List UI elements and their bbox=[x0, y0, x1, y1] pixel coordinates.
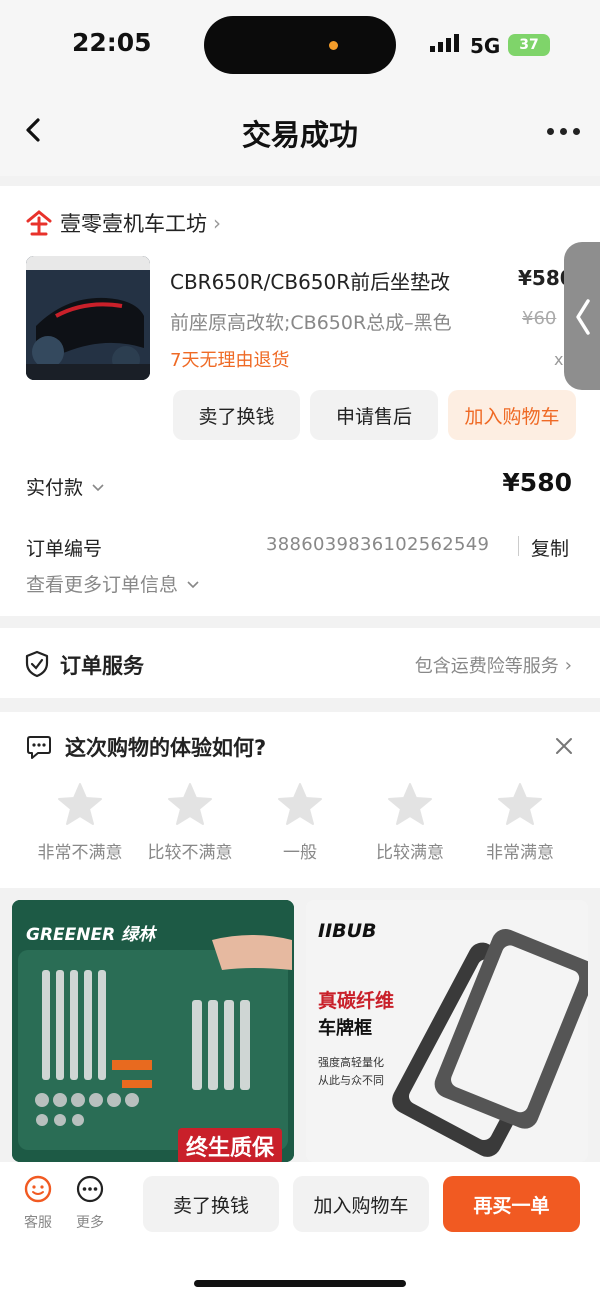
status-bar: 22:05 5G 37 bbox=[0, 0, 600, 92]
more-label: 更多 bbox=[76, 1215, 104, 1231]
customer-service-label: 客服 bbox=[24, 1215, 52, 1231]
page-title: 交易成功 bbox=[241, 118, 358, 152]
return-policy: 7天无理由退货 bbox=[170, 350, 290, 371]
shop-link[interactable]: 壹零壹机车工坊 › bbox=[26, 208, 221, 238]
rec-right-headline: 真碳纤维 bbox=[318, 990, 395, 1012]
star-icon bbox=[388, 783, 432, 825]
enterprise-icon bbox=[26, 210, 52, 236]
more-icon bbox=[76, 1175, 104, 1203]
status-time: 22:05 bbox=[72, 28, 152, 57]
rating-label: 非常不满意 bbox=[37, 843, 123, 863]
order-card: 壹零壹机车工坊 › CBR650R/CB650R前后坐垫改 前座原高改软;CB6… bbox=[0, 186, 600, 616]
rebuy-button[interactable]: 再买一单 bbox=[443, 1176, 580, 1232]
battery-icon: 37 bbox=[508, 34, 550, 56]
rec-right-desc2: 从此与众不同 bbox=[318, 1074, 384, 1087]
paid-amount-toggle[interactable]: 实付款 bbox=[26, 473, 105, 500]
star-icon bbox=[58, 783, 102, 825]
more-order-info-label: 查看更多订单信息 bbox=[26, 574, 179, 596]
rec-right-subhead: 车牌框 bbox=[318, 1018, 372, 1039]
rec-left-slogan: 终生质保 bbox=[177, 1128, 282, 1162]
order-service-card[interactable]: 订单服务 包含运费险等服务 › bbox=[0, 628, 600, 698]
chevron-right-icon: › bbox=[213, 211, 221, 235]
rec-right-brand: IIBUB bbox=[318, 920, 377, 942]
paid-label: 实付款 bbox=[26, 477, 84, 499]
recommend-item-tool-kit[interactable]: GREENER 绿林 终生质保 bbox=[12, 900, 294, 1162]
chevron-right-icon: › bbox=[564, 654, 572, 676]
close-icon[interactable] bbox=[554, 736, 574, 756]
add-cart-button[interactable]: 加入购物车 bbox=[448, 390, 576, 440]
recommend-item-plate-frame[interactable]: IIBUB 真碳纤维 车牌框 强度高轻量化 从此与众不同 bbox=[306, 900, 588, 1162]
side-drawer-handle[interactable] bbox=[564, 242, 600, 390]
rating-label: 比较满意 bbox=[376, 843, 444, 863]
order-detail-page: 22:05 5G 37 交易成功 壹零壹机车工坊 › CBR650R/CB650… bbox=[0, 0, 600, 1301]
star-icon bbox=[168, 783, 212, 825]
customer-service-button[interactable]: 客服 bbox=[18, 1174, 58, 1232]
sell-button[interactable]: 卖了换钱 bbox=[173, 390, 300, 440]
rating-label: 比较不满意 bbox=[147, 843, 233, 863]
rating-option[interactable]: 非常不满意 bbox=[25, 782, 135, 863]
chat-bubble-icon bbox=[27, 736, 51, 759]
product-image[interactable] bbox=[26, 256, 150, 380]
product-quantity: x bbox=[554, 350, 564, 369]
rating-label: 一般 bbox=[283, 843, 317, 863]
more-icon[interactable] bbox=[547, 128, 580, 135]
divider bbox=[518, 536, 519, 556]
product-name[interactable]: CBR650R/CB650R前后坐垫改 bbox=[170, 266, 450, 295]
chevron-down-icon bbox=[187, 580, 199, 588]
service-title: 订单服务 bbox=[60, 654, 144, 678]
paid-amount: ¥580 bbox=[502, 468, 572, 497]
rec-right-desc: 强度高轻量化 bbox=[318, 1056, 384, 1069]
rating-label: 非常满意 bbox=[486, 843, 554, 863]
dynamic-island bbox=[204, 16, 396, 74]
rating-option[interactable]: 非常满意 bbox=[465, 782, 575, 863]
copy-button[interactable]: 复制 bbox=[531, 534, 569, 561]
star-icon bbox=[498, 783, 542, 825]
original-price: ¥60 bbox=[522, 308, 557, 329]
motorcycle-seat-image bbox=[26, 256, 150, 380]
bottom-action-bar: 客服 更多 卖了换钱 加入购物车 再买一单 bbox=[0, 1162, 600, 1301]
nav-bar: 交易成功 bbox=[0, 92, 600, 176]
home-indicator[interactable] bbox=[194, 1280, 406, 1287]
service-detail-label: 包含运费险等服务 bbox=[414, 656, 559, 677]
more-button[interactable]: 更多 bbox=[70, 1174, 110, 1232]
chevron-down-icon bbox=[92, 483, 104, 491]
rec-left-brand: GREENER 绿林 bbox=[26, 925, 156, 945]
feedback-card: 这次购物的体验如何? 非常不满意 比较不满意 一般 比较满意 非常满意 bbox=[0, 712, 600, 888]
after-sale-button[interactable]: 申请售后 bbox=[310, 390, 438, 440]
product-spec: 前座原高改软;CB650R总成–黑色 bbox=[170, 312, 452, 334]
order-number-label: 订单编号 bbox=[26, 538, 103, 560]
rating-row: 非常不满意 比较不满意 一般 比较满意 非常满意 bbox=[0, 782, 600, 882]
rating-option[interactable]: 比较满意 bbox=[355, 782, 465, 863]
sell-button[interactable]: 卖了换钱 bbox=[143, 1176, 279, 1232]
shop-name: 壹零壹机车工坊 bbox=[60, 212, 207, 236]
service-detail-link[interactable]: 包含运费险等服务 › bbox=[415, 652, 572, 678]
more-order-info[interactable]: 查看更多订单信息 bbox=[26, 570, 200, 597]
chevron-left-icon bbox=[576, 299, 590, 335]
signal-icon bbox=[430, 34, 459, 52]
order-number: 3886039836102562549 bbox=[266, 534, 490, 555]
shield-check-icon bbox=[25, 650, 49, 678]
rating-option[interactable]: 一般 bbox=[245, 782, 355, 863]
feedback-title: 这次购物的体验如何? bbox=[65, 736, 267, 760]
network-label: 5G bbox=[470, 34, 501, 58]
rating-option[interactable]: 比较不满意 bbox=[135, 782, 245, 863]
add-cart-button[interactable]: 加入购物车 bbox=[293, 1176, 429, 1232]
star-icon bbox=[278, 783, 322, 825]
customer-service-icon bbox=[24, 1175, 52, 1203]
